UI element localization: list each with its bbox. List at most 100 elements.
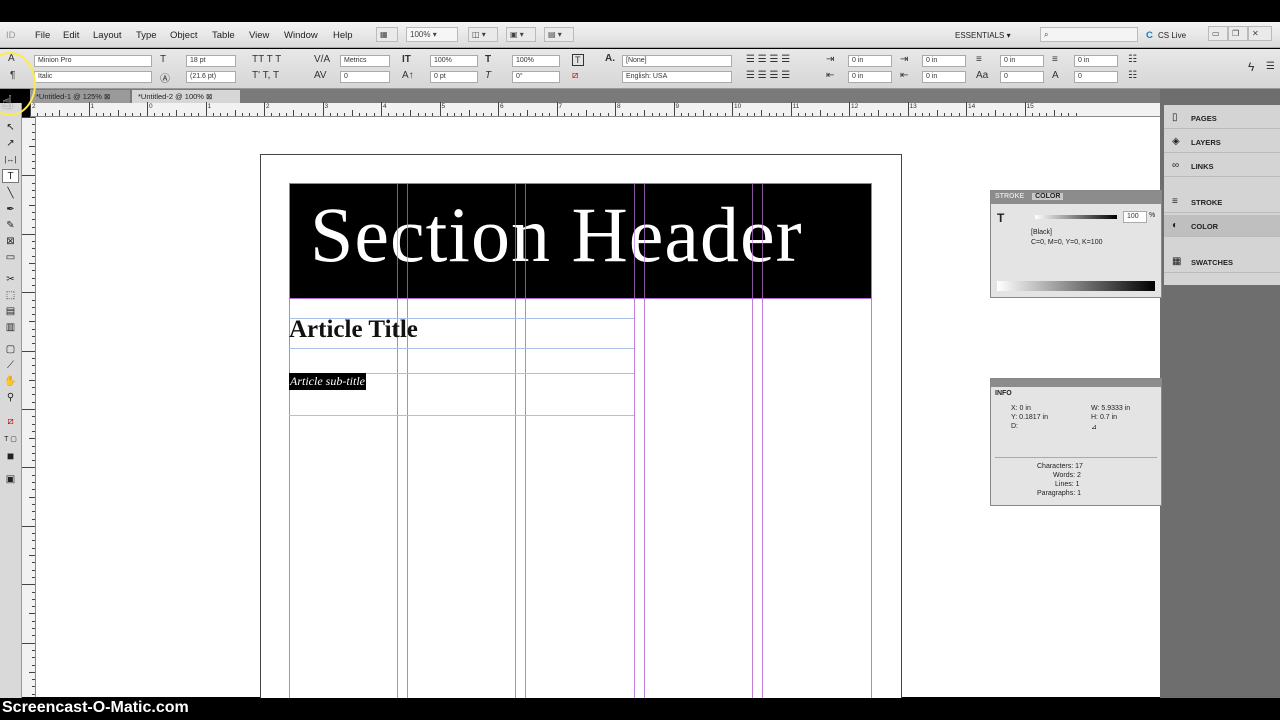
- menu-table[interactable]: Table: [212, 30, 235, 41]
- menu-file[interactable]: File: [35, 30, 50, 41]
- vertical-scale-field[interactable]: 100%: [430, 55, 478, 67]
- close-icon[interactable]: ⊠: [206, 92, 212, 101]
- right-indent-field[interactable]: 0 in: [922, 55, 966, 67]
- space-before-field[interactable]: 0 in: [1000, 55, 1044, 67]
- arrange-documents-icon[interactable]: ▤ ▾: [544, 27, 574, 42]
- cslive-icon[interactable]: C: [1146, 30, 1153, 41]
- tint-slider[interactable]: [1035, 215, 1117, 219]
- zoom-level-select[interactable]: 100% ▾: [406, 27, 458, 42]
- ruler-tick: [673, 102, 675, 116]
- dock-item-layers[interactable]: ◈ LAYERS: [1164, 131, 1280, 153]
- superscript-icon[interactable]: T' T, T: [252, 70, 279, 81]
- baseline-shift-field[interactable]: 0 pt: [430, 71, 478, 83]
- vertical-ruler[interactable]: [21, 117, 36, 697]
- tab-untitled-2[interactable]: *Untitled-2 @ 100% ⊠: [132, 90, 240, 103]
- numbering-icon[interactable]: ☷: [1128, 70, 1137, 81]
- direct-selection-tool-icon[interactable]: ↗: [2, 137, 19, 151]
- drop-cap-chars-field[interactable]: 0: [1074, 71, 1118, 83]
- dock-item-stroke[interactable]: ≡ STROKE: [1164, 191, 1280, 213]
- font-family-select[interactable]: Minion Pro: [34, 55, 152, 67]
- dock-item-swatches[interactable]: ▦ SWATCHES: [1164, 251, 1280, 273]
- space-after-field[interactable]: 0 in: [1074, 55, 1118, 67]
- pencil-tool-icon[interactable]: ✎: [2, 219, 19, 233]
- search-field[interactable]: ⌕: [1040, 27, 1138, 42]
- color-ramp[interactable]: [997, 281, 1155, 291]
- pen-tool-icon[interactable]: ✒: [2, 203, 19, 217]
- panel-menu-icon[interactable]: ☰: [1266, 61, 1275, 72]
- gradient-feather-tool-icon[interactable]: ▥: [2, 321, 19, 335]
- view-options-icon[interactable]: ◫ ▾: [468, 27, 498, 42]
- kerning-field[interactable]: Metrics: [340, 55, 390, 67]
- font-size-field[interactable]: 18 pt: [186, 55, 236, 67]
- last-line-indent-field[interactable]: 0 in: [922, 71, 966, 83]
- all-caps-icon[interactable]: TT T T: [252, 54, 281, 65]
- text-fill-icon[interactable]: T: [997, 211, 1004, 225]
- article-title[interactable]: Article Title: [289, 316, 418, 344]
- font-style-select[interactable]: Italic: [34, 71, 152, 83]
- character-style-select[interactable]: [None]: [622, 55, 732, 67]
- section-header-text[interactable]: Section Header: [310, 190, 803, 280]
- rectangle-tool-icon[interactable]: ▭: [2, 251, 19, 265]
- horizontal-scale-field[interactable]: 100%: [512, 55, 560, 67]
- close-icon[interactable]: ⊠: [104, 92, 110, 101]
- info-panel-titlebar[interactable]: [991, 379, 1161, 387]
- screen-mode-tool-icon[interactable]: ▣: [2, 473, 19, 487]
- eyedropper-tool-icon[interactable]: ⟋: [2, 359, 19, 373]
- gradient-swatch-tool-icon[interactable]: ▤: [2, 305, 19, 319]
- tab-color[interactable]: COLOR: [1032, 193, 1064, 200]
- info-tab[interactable]: INFO: [995, 390, 1012, 397]
- language-select[interactable]: English: USA: [622, 71, 732, 83]
- tint-field[interactable]: 100: [1123, 211, 1147, 223]
- bridge-icon[interactable]: ▦: [376, 27, 398, 42]
- menu-view[interactable]: View: [249, 30, 269, 41]
- ruler-tick: [32, 219, 35, 221]
- close-button[interactable]: ✕: [1248, 26, 1272, 41]
- formatting-affects-text-icon[interactable]: T ▢: [2, 433, 19, 447]
- justify-icon[interactable]: ☰ ☰ ☰ ☰: [746, 70, 790, 81]
- tracking-field[interactable]: 0: [340, 71, 390, 83]
- menu-window[interactable]: Window: [284, 30, 318, 41]
- gap-tool-icon[interactable]: |↔|: [2, 153, 19, 167]
- section-header-frame[interactable]: Section Header: [289, 183, 872, 299]
- text-fill-icon[interactable]: T: [572, 54, 584, 66]
- zoom-tool-icon[interactable]: ⚲: [2, 391, 19, 405]
- line-tool-icon[interactable]: ╲: [2, 187, 19, 201]
- restore-button[interactable]: ❐: [1228, 26, 1248, 41]
- article-subtitle-selected[interactable]: Article sub-title: [289, 373, 366, 390]
- rectangle-frame-tool-icon[interactable]: ⊠: [2, 235, 19, 249]
- scissors-tool-icon[interactable]: ✂: [2, 273, 19, 287]
- tab-stroke[interactable]: STROKE: [995, 193, 1024, 200]
- first-line-indent-field[interactable]: 0 in: [848, 71, 892, 83]
- left-indent-field[interactable]: 0 in: [848, 55, 892, 67]
- ruler-tick: [271, 113, 273, 116]
- dock-item-links[interactable]: ∞ LINKS: [1164, 155, 1280, 177]
- align-left-icon[interactable]: ☰ ☰ ☰ ☰: [746, 54, 790, 65]
- stroke-none-icon[interactable]: ⧄: [572, 70, 578, 81]
- note-tool-icon[interactable]: ▢: [2, 343, 19, 357]
- quick-apply-icon[interactable]: ϟ: [1248, 60, 1254, 74]
- cslive-label[interactable]: CS Live: [1158, 31, 1186, 40]
- dock-item-pages[interactable]: ▯ PAGES: [1164, 107, 1280, 129]
- menu-edit[interactable]: Edit: [63, 30, 79, 41]
- ruler-tick: [651, 113, 653, 116]
- menu-type[interactable]: Type: [136, 30, 157, 41]
- menu-layout[interactable]: Layout: [93, 30, 122, 41]
- free-transform-tool-icon[interactable]: ⬚: [2, 289, 19, 303]
- drop-cap-lines-field[interactable]: 0: [1000, 71, 1044, 83]
- menu-help[interactable]: Help: [333, 30, 353, 41]
- minimize-button[interactable]: ▭: [1208, 26, 1228, 41]
- horizontal-ruler[interactable]: 2 1 0 1 2 3 4 5 6 7 8 9 10 11 12 13 14 15: [30, 102, 1160, 117]
- workspace-switcher[interactable]: ESSENTIALS ▾: [955, 31, 1011, 40]
- screen-mode-icon[interactable]: ▣ ▾: [506, 27, 536, 42]
- leading-field[interactable]: (21.6 pt): [186, 71, 236, 83]
- bullets-icon[interactable]: ☷: [1128, 54, 1137, 65]
- dock-item-color[interactable]: ◐ COLOR: [1164, 215, 1280, 237]
- menu-object[interactable]: Object: [170, 30, 197, 41]
- fill-stroke-icon[interactable]: ⧄: [2, 415, 19, 429]
- tab-untitled-1[interactable]: *Untitled-1 @ 125% ⊠: [30, 90, 130, 103]
- type-tool-icon[interactable]: T: [2, 169, 19, 183]
- hand-tool-icon[interactable]: ✋: [2, 375, 19, 389]
- selection-tool-icon[interactable]: ↖: [2, 121, 19, 135]
- skew-field[interactable]: 0°: [512, 71, 560, 83]
- apply-color-icon[interactable]: ■: [2, 449, 19, 463]
